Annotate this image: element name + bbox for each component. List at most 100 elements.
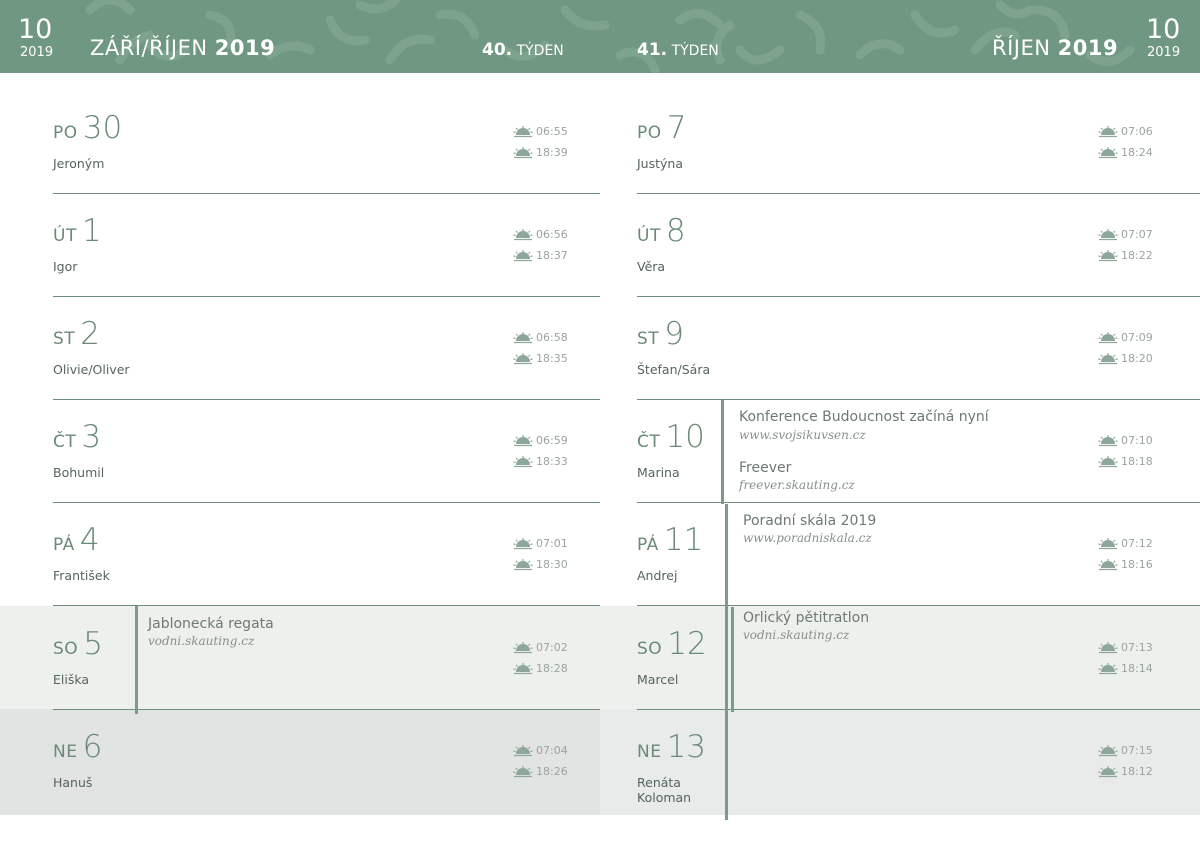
day-heading: PO 30 [53,110,122,146]
day-abbreviation: ST [53,329,76,349]
day-abbreviation: ÚT [53,226,77,246]
sunset-time: 18:22 [1098,250,1153,262]
day-abbreviation: PO [53,123,78,143]
event-bar-poradni [725,504,728,820]
day-heading: SO 12 [637,626,707,662]
day-heading: ÚT 8 [637,213,686,249]
day-number: 30 [82,110,123,146]
day-heading: ÚT 1 [53,213,102,249]
day-heading: ST 2 [53,316,100,352]
sunset-value: 18:30 [536,558,568,571]
sunset-value: 18:37 [536,249,568,262]
name-day: Marcel [637,672,679,687]
day-heading: NE 13 [637,729,706,765]
day-heading: PÁ 11 [637,522,703,558]
sunset-time: 18:37 [513,250,568,262]
event-title-freever[interactable]: Freever [739,460,791,476]
day-heading: SO 5 [53,626,103,662]
name-day: Igor [53,259,78,274]
sunrise-time: 06:55 [513,126,568,138]
day-abbreviation: PO [637,123,662,143]
event-title-orlicky[interactable]: Orlický pětitratlon [743,610,869,626]
left-month-number: 10 [18,14,53,45]
sunset-value: 18:12 [1121,765,1153,778]
sunrise-value: 07:07 [1121,228,1153,241]
event-title-konference[interactable]: Konference Budoucnost začíná nyní [739,409,989,425]
sunset-time: 18:12 [1098,766,1153,778]
day-heading: PO 7 [637,110,686,146]
sunset-time: 18:20 [1098,353,1153,365]
sunset-time: 18:33 [513,456,568,468]
event-title-jablonecka[interactable]: Jablonecká regata [148,616,274,632]
day-separator [637,709,1200,710]
day-separator [53,399,600,400]
sunrise-time: 07:06 [1098,126,1153,138]
day-abbreviation: PÁ [53,535,75,555]
day-heading: ST 9 [637,316,684,352]
day-separator [53,193,600,194]
day-abbreviation: SO [53,639,79,659]
sunset-time: 18:28 [513,663,568,675]
sunset-value: 18:28 [536,662,568,675]
sunrise-time: 07:15 [1098,745,1153,757]
day-number: 12 [667,626,707,662]
event-url-freever[interactable]: freever.skauting.cz [739,478,855,492]
sunset-value: 18:22 [1121,249,1153,262]
sunset-time: 18:26 [513,766,568,778]
day-separator [53,502,600,503]
name-day: Koloman [637,790,692,805]
sunrise-value: 07:04 [536,744,568,757]
sunrise-value: 06:58 [536,331,568,344]
name-day: Andrej [637,568,678,583]
sunrise-value: 07:06 [1121,125,1153,138]
sunrise-value: 06:59 [536,434,568,447]
sunrise-time: 07:02 [513,642,568,654]
event-bar-orlicky [731,607,734,712]
day-number: 7 [666,110,687,146]
day-number: 4 [79,522,100,558]
day-abbreviation: NE [53,742,78,762]
sunrise-time: 06:56 [513,229,568,241]
sunrise-value: 07:15 [1121,744,1153,757]
sunrise-time: 07:13 [1098,642,1153,654]
day-number: 1 [81,213,102,249]
day-separator [637,296,1200,297]
day-heading: ČT 3 [53,419,101,455]
sunrise-value: 07:10 [1121,434,1153,447]
name-day: Justýna [637,156,684,171]
day-abbreviation: ČT [637,432,661,452]
left-week-label: 40. TÝDEN [482,40,564,60]
day-abbreviation: ST [637,329,660,349]
sunset-value: 18:35 [536,352,568,365]
sunrise-value: 07:13 [1121,641,1153,654]
sunrise-time: 07:10 [1098,435,1153,447]
day-number: 5 [83,626,103,662]
sunset-value: 18:24 [1121,146,1153,159]
day-separator [53,296,600,297]
day-number: 11 [663,522,704,558]
event-url-konference[interactable]: www.svojsikuvsen.cz [739,428,866,442]
sunset-value: 18:16 [1121,558,1153,571]
event-bar-konference [721,400,724,504]
sunset-value: 18:14 [1121,662,1153,675]
day-heading: NE 6 [53,729,102,765]
sunrise-value: 07:09 [1121,331,1153,344]
name-day: František [53,568,110,583]
name-day: Věra [637,259,666,274]
sunrise-time: 06:59 [513,435,568,447]
name-day: Bohumil [53,465,105,480]
sunrise-time: 06:58 [513,332,568,344]
event-url-orlicky[interactable]: vodni.skauting.cz [743,628,849,642]
sunset-value: 18:39 [536,146,568,159]
right-week-label: 41. TÝDEN [637,40,719,60]
sunrise-time: 07:07 [1098,229,1153,241]
day-abbreviation: ČT [53,432,77,452]
sunrise-value: 07:02 [536,641,568,654]
event-title-poradni[interactable]: Poradní skála 2019 [743,513,876,529]
name-day: Renáta [637,775,681,790]
sunset-time: 18:14 [1098,663,1153,675]
sunset-time: 18:18 [1098,456,1153,468]
sunset-value: 18:26 [536,765,568,778]
event-url-jablonecka[interactable]: vodni.skauting.cz [148,634,254,648]
event-url-poradni[interactable]: www.poradniskala.cz [743,531,872,545]
